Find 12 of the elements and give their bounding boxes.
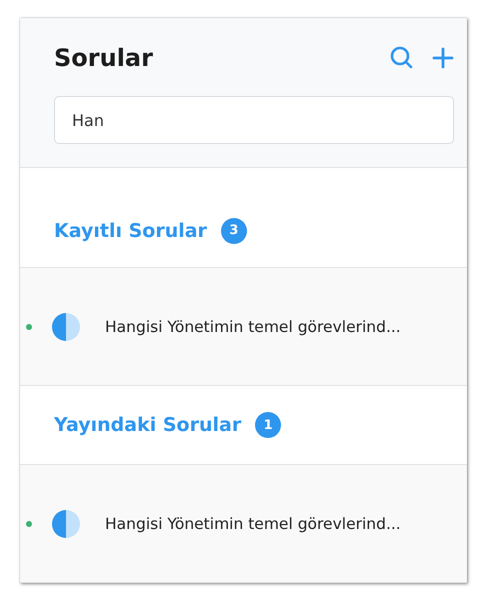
add-button[interactable] (432, 47, 454, 69)
plus-icon (432, 47, 454, 69)
page-title: Sorular (54, 44, 153, 72)
search-button[interactable] (389, 45, 415, 71)
half-circle-icon (51, 312, 81, 342)
search-field[interactable]: Han (54, 96, 454, 144)
question-item[interactable]: Hangisi Yönetimin temel görevlerind... (105, 514, 401, 532)
half-circle-icon (51, 508, 81, 538)
search-icon (389, 45, 415, 71)
count-badge: 3 (220, 218, 247, 244)
count-badge: 1 (255, 412, 282, 438)
question-item[interactable]: Hangisi Yönetimin temel görevlerind... (105, 318, 401, 336)
